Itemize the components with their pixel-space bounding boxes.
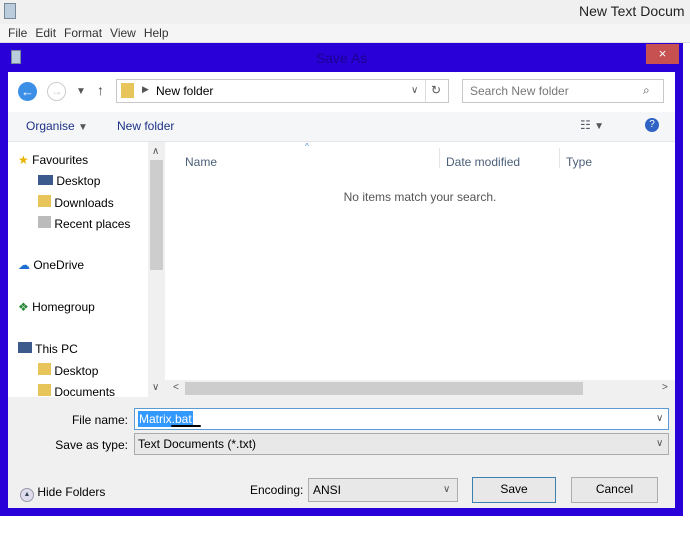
notepad-icon: [4, 3, 16, 19]
nav-homegroup[interactable]: ❖ Homegroup: [18, 300, 95, 314]
menu-file[interactable]: File: [8, 24, 27, 42]
folder-icon: [38, 363, 51, 375]
column-date-modified[interactable]: Date modified: [446, 155, 520, 169]
notepad-titlebar: New Text Docum: [0, 0, 690, 24]
up-button[interactable]: ↑: [97, 82, 104, 98]
computer-icon: [18, 342, 32, 353]
organise-label: Organise: [26, 119, 75, 133]
new-folder-button[interactable]: New folder: [117, 119, 174, 133]
desktop-icon: [38, 175, 53, 185]
scroll-left-icon[interactable]: <: [173, 382, 179, 393]
nav-onedrive[interactable]: ☁ OneDrive: [18, 258, 84, 272]
view-options-icon[interactable]: ☷ ▼: [580, 118, 604, 132]
nav-this-pc[interactable]: This PC: [18, 342, 78, 356]
search-input[interactable]: Search New folder ⌕: [462, 79, 664, 103]
menu-bar: File Edit Format View Help: [0, 24, 690, 43]
chevron-right-icon: ▶: [142, 84, 149, 94]
scroll-right-icon[interactable]: >: [662, 382, 668, 393]
nav-favourites[interactable]: ★ Favourites: [18, 153, 88, 167]
column-divider: [559, 148, 560, 168]
navigation-pane: ★ Favourites Desktop Downloads Recent pl…: [8, 142, 148, 399]
scroll-up-icon[interactable]: ∧: [152, 146, 159, 157]
scroll-down-icon[interactable]: ∨: [152, 382, 159, 393]
save-type-value: Text Documents (*.txt): [138, 437, 257, 451]
search-icon[interactable]: ⌕: [643, 83, 650, 98]
save-button[interactable]: Save: [472, 477, 556, 503]
encoding-label: Encoding:: [250, 483, 304, 497]
address-dropdown-icon[interactable]: ∨: [411, 85, 418, 96]
star-icon: ★: [18, 153, 29, 167]
forward-button[interactable]: →: [47, 82, 66, 101]
organise-button[interactable]: Organise ▼: [26, 119, 88, 133]
homegroup-icon: ❖: [18, 300, 29, 314]
folder-icon: [121, 83, 134, 98]
chevron-down-icon[interactable]: ∨: [656, 413, 663, 424]
divider: [425, 80, 426, 102]
horizontal-scrollbar[interactable]: < >: [165, 380, 675, 397]
toolbar: [8, 112, 675, 142]
folder-icon: [38, 384, 51, 396]
menu-view[interactable]: View: [110, 24, 136, 42]
menu-help[interactable]: Help: [144, 24, 169, 42]
nav-recent-places[interactable]: Recent places: [38, 216, 130, 231]
recent-places-icon: [38, 216, 51, 228]
menu-edit[interactable]: Edit: [35, 24, 56, 42]
column-divider: [439, 148, 440, 168]
dialog-body: ← → ▼ ↑ ▶ New folder ∨ ↻ Search New fold…: [8, 72, 675, 508]
close-button[interactable]: ×: [646, 44, 679, 64]
column-type[interactable]: Type: [566, 155, 592, 169]
cancel-button[interactable]: Cancel: [571, 477, 658, 503]
save-type-label: Save as type:: [55, 438, 128, 452]
chevron-down-icon: ∨: [656, 438, 664, 449]
hide-folders-label: Hide Folders: [37, 485, 106, 499]
cloud-icon: ☁: [18, 258, 30, 272]
recent-locations-button[interactable]: ▼: [76, 86, 86, 97]
nav-pc-desktop[interactable]: Desktop: [38, 363, 98, 378]
file-name-label: File name:: [71, 413, 128, 427]
encoding-select[interactable]: ANSI ∨: [308, 478, 458, 502]
nav-downloads[interactable]: Downloads: [38, 195, 114, 210]
refresh-icon[interactable]: ↻: [431, 83, 441, 97]
address-bar[interactable]: ▶ New folder ∨ ↻: [116, 79, 449, 103]
chevron-down-icon: ▼: [78, 122, 88, 133]
search-placeholder: Search New folder: [470, 84, 569, 98]
downloads-icon: [38, 195, 51, 207]
chevron-down-icon: ∨: [443, 484, 451, 495]
file-name-input[interactable]: Matrix.bat ∨: [134, 408, 669, 430]
scroll-thumb[interactable]: [185, 382, 583, 395]
hide-folders-button[interactable]: ▲ Hide Folders: [20, 485, 105, 502]
menu-format[interactable]: Format: [64, 24, 102, 42]
empty-message: No items match your search.: [343, 190, 497, 204]
column-name[interactable]: Name: [185, 155, 217, 169]
chevron-up-icon: ▲: [20, 488, 34, 502]
help-icon[interactable]: ?: [645, 118, 659, 132]
save-as-dialog: Save As × ← → ▼ ↑ ▶ New folder ∨ ↻ Searc…: [0, 43, 683, 516]
nav-scrollbar[interactable]: ∧ ∨: [148, 142, 165, 397]
nav-documents[interactable]: Documents: [38, 384, 115, 399]
sort-arrow-icon: ^: [305, 142, 309, 151]
encoding-value: ANSI: [313, 483, 342, 497]
dialog-title: Save As: [315, 50, 368, 66]
window-title: New Text Docum: [579, 3, 685, 19]
underline-annotation: [171, 425, 201, 427]
scroll-thumb[interactable]: [150, 160, 163, 270]
address-path[interactable]: New folder: [156, 84, 213, 98]
save-type-select[interactable]: Text Documents (*.txt) ∨: [134, 433, 669, 455]
file-list: Name ^ Date modified Type No items match…: [165, 142, 675, 397]
back-button[interactable]: ←: [18, 82, 37, 101]
nav-desktop[interactable]: Desktop: [38, 174, 100, 188]
